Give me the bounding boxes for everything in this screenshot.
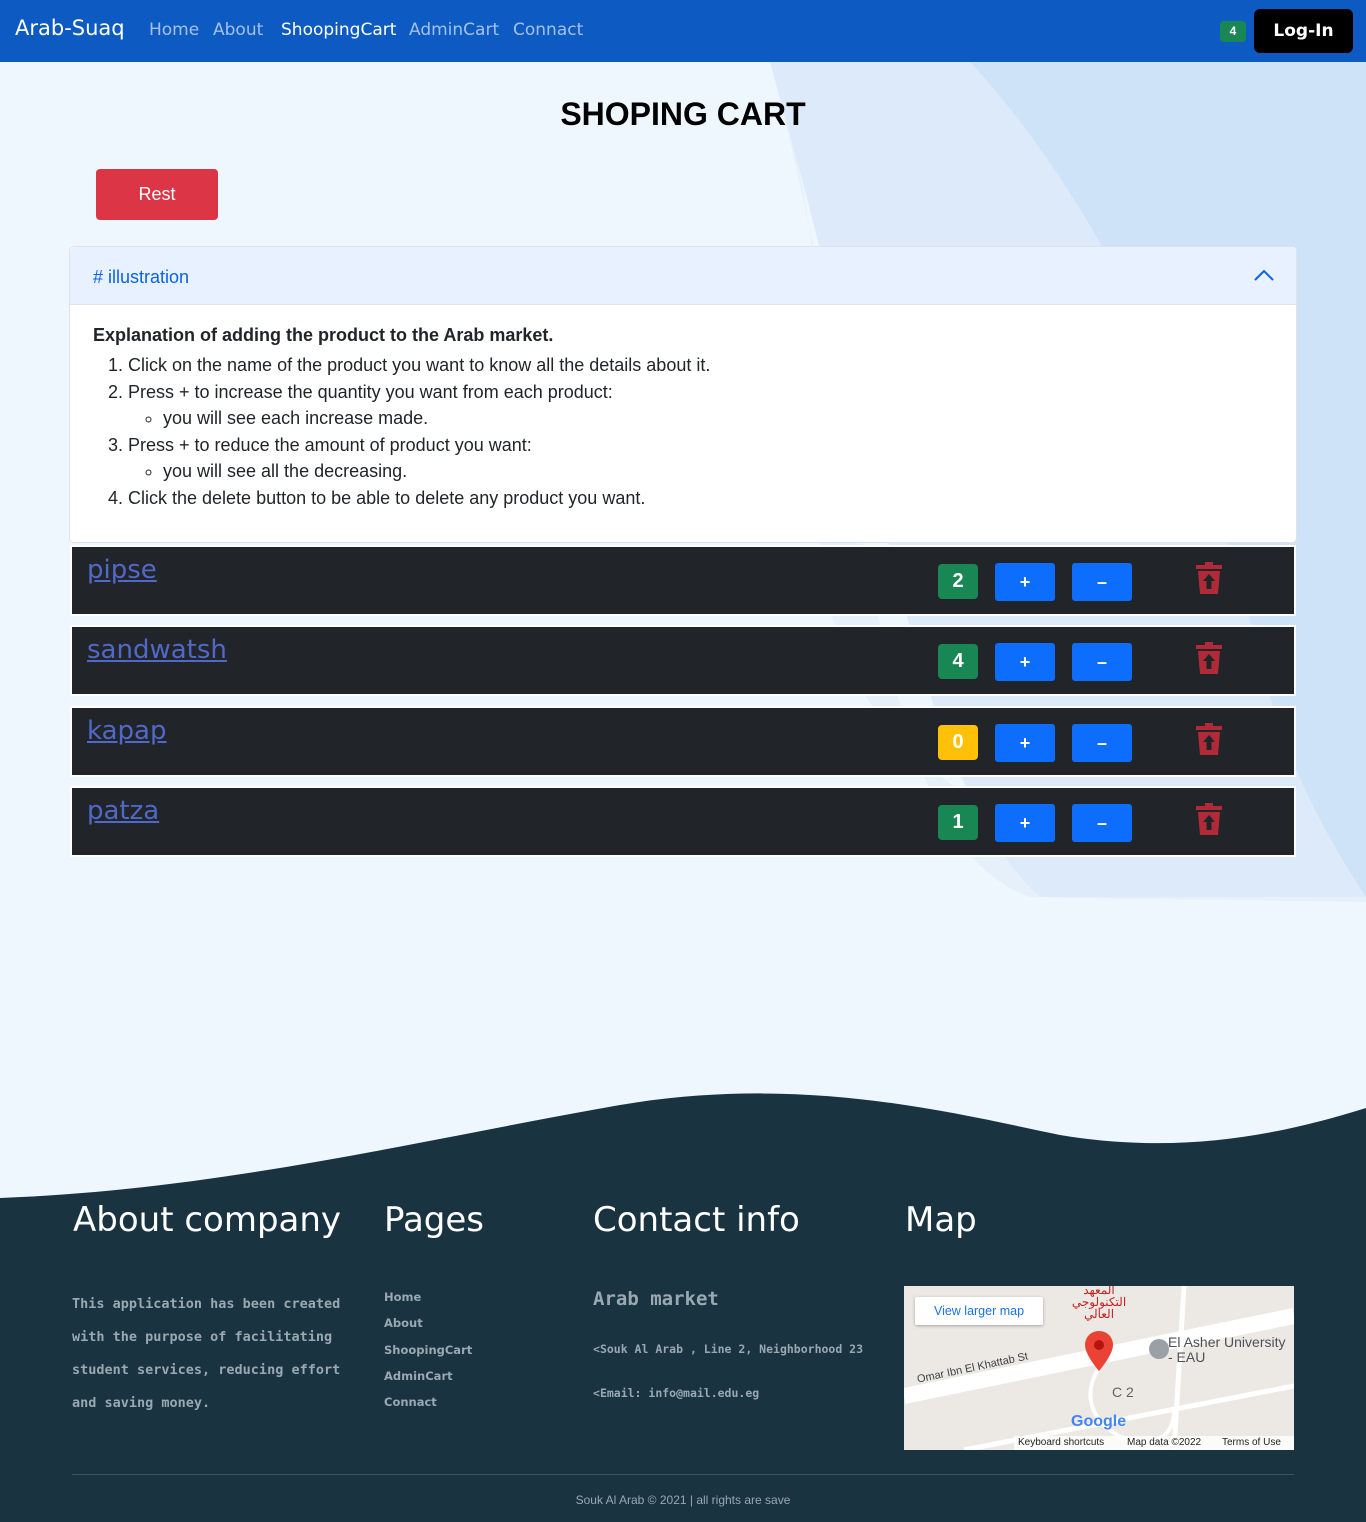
footer-link-admincart[interactable]: AdminCart [384, 1369, 472, 1395]
nav-link-admincart[interactable]: AdminCart [409, 20, 499, 40]
brand-logo[interactable]: Arab-Suaq [15, 16, 125, 40]
map-place-university: El Asher University - EAU [1168, 1334, 1286, 1365]
map-place-c2: C 2 [1112, 1384, 1134, 1400]
footer-pages-list: Home About ShoopingCart AdminCart Connac… [384, 1290, 472, 1421]
illustration-accordion: # illustration Explanation of adding the… [69, 246, 1297, 543]
reset-button[interactable]: Rest [96, 169, 218, 220]
instruction-step: Click on the name of the product you wan… [128, 352, 1273, 379]
instructions-list: Click on the name of the product you wan… [93, 352, 1273, 511]
map-place-arabic: المعهد التكنولوجي العالي [1071, 1286, 1127, 1321]
trash-icon[interactable] [1196, 642, 1222, 674]
increase-button[interactable]: + [995, 563, 1055, 601]
google-map[interactable]: View larger map المعهد التكنولوجي العالي… [904, 1286, 1294, 1450]
trash-icon[interactable] [1196, 723, 1222, 755]
quantity-badge: 2 [938, 564, 978, 599]
decrease-button[interactable]: – [1072, 643, 1132, 681]
decrease-button[interactable]: – [1072, 563, 1132, 601]
instruction-step: Click the delete button to be able to de… [128, 485, 1273, 512]
nav-link-home[interactable]: Home [149, 20, 199, 40]
accordion-body: Explanation of adding the product to the… [70, 305, 1296, 531]
footer-link-connact[interactable]: Connact [384, 1395, 472, 1421]
pages-heading: Pages [384, 1200, 485, 1240]
contact-address-text: Souk Al Arab , Line 2, Neighborhood 23 [599, 1342, 864, 1356]
about-company-heading: About company [73, 1200, 342, 1240]
contact-address: <Souk Al Arab , Line 2, Neighborhood 23 [593, 1342, 863, 1356]
map-attribution: Keyboard shortcuts Map data ©2022 Terms … [1014, 1436, 1294, 1450]
quantity-badge: 1 [938, 805, 978, 840]
quantity-badge: 4 [938, 644, 978, 679]
instruction-step: Press + to increase the quantity you wan… [128, 379, 1273, 432]
product-name-link[interactable]: pipse [87, 555, 157, 585]
accordion-heading: Explanation of adding the product to the… [93, 325, 554, 345]
nav-link-about[interactable]: About [213, 20, 263, 40]
decrease-button[interactable]: – [1072, 804, 1132, 842]
instruction-substep: you will see all the decreasing. [163, 458, 1273, 485]
product-name-link[interactable]: patza [87, 796, 159, 826]
terms-of-use-link[interactable]: Terms of Use [1222, 1437, 1281, 1448]
about-company-text: This application has been created with t… [72, 1296, 341, 1411]
footer-divider [72, 1474, 1294, 1475]
footer-link-shoopingcart[interactable]: ShoopingCart [384, 1343, 472, 1369]
increase-button[interactable]: + [995, 724, 1055, 762]
contact-email: <Email: info@mail.edu.eg [593, 1386, 759, 1400]
instruction-step: Press + to reduce the amount of product … [128, 432, 1273, 485]
chevron-left-icon: < [593, 1386, 600, 1400]
nav-link-connact[interactable]: Connact [513, 20, 583, 40]
footer-link-home[interactable]: Home [384, 1290, 472, 1316]
google-logo: Google [1071, 1413, 1127, 1430]
increase-button[interactable]: + [995, 804, 1055, 842]
accordion-header[interactable]: # illustration [70, 247, 1296, 305]
product-row: pipse 2 + – [70, 545, 1296, 616]
product-row: kapap 0 + – [70, 706, 1296, 777]
accordion-title: # illustration [93, 267, 190, 287]
increase-button[interactable]: + [995, 643, 1055, 681]
product-row: sandwatsh 4 + – [70, 625, 1296, 696]
contact-info-heading: Contact info [593, 1200, 800, 1240]
page-title: SHOPING CART [560, 96, 806, 132]
footer-link-about[interactable]: About [384, 1316, 472, 1342]
cart-count-badge: 4 [1220, 21, 1246, 42]
contact-email-text: Email: info@mail.edu.eg [599, 1386, 760, 1400]
keyboard-shortcuts-link[interactable]: Keyboard shortcuts [1018, 1437, 1104, 1448]
view-larger-map-link[interactable]: View larger map [915, 1297, 1043, 1325]
product-name-link[interactable]: sandwatsh [87, 635, 227, 665]
map-data-label: Map data ©2022 [1127, 1437, 1202, 1448]
decrease-button[interactable]: – [1072, 724, 1132, 762]
instruction-step-text: Press + to increase the quantity you wan… [128, 381, 613, 402]
product-name-link[interactable]: kapap [87, 716, 166, 746]
trash-icon[interactable] [1196, 562, 1222, 594]
chevron-up-icon [1254, 269, 1274, 281]
chevron-left-icon: < [593, 1342, 600, 1356]
quantity-badge: 0 [938, 725, 978, 760]
map-pin-icon [1085, 1331, 1113, 1371]
login-button[interactable]: Log-In [1254, 9, 1353, 53]
copyright-text: Souk Al Arab © 2021 | all rights are sav… [575, 1493, 791, 1507]
trash-icon[interactable] [1196, 803, 1222, 835]
contact-company-name: Arab market [593, 1288, 719, 1310]
navbar: Arab-Suaq Home About ShoopingCart AdminC… [0, 0, 1366, 62]
instruction-substep: you will see each increase made. [163, 405, 1273, 432]
instruction-step-text: Press + to reduce the amount of product … [128, 434, 532, 455]
map-heading: Map [905, 1200, 977, 1240]
nav-link-shoopingcart[interactable]: ShoopingCart [281, 20, 396, 40]
product-row: patza 1 + – [70, 786, 1296, 857]
